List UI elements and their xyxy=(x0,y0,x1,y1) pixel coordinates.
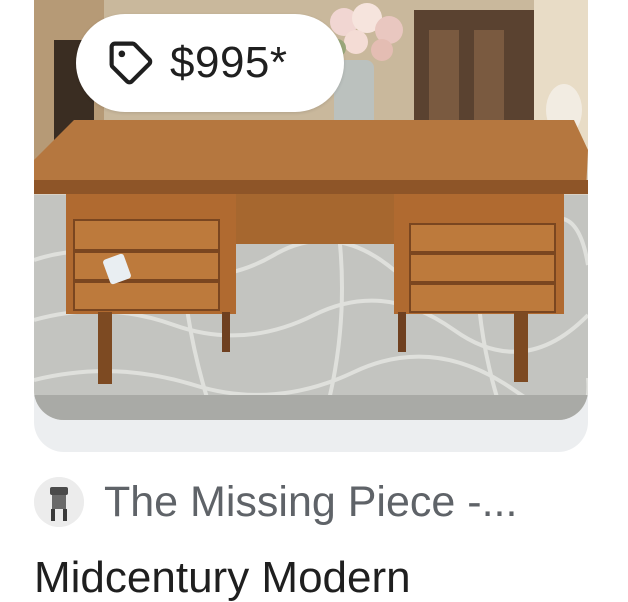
source-name: The Missing Piece -... xyxy=(104,477,518,526)
source-row[interactable]: The Missing Piece -... xyxy=(34,472,594,532)
product-title[interactable]: Midcentury Modern xyxy=(34,556,411,600)
tag-icon xyxy=(109,41,153,85)
price-label: $995* xyxy=(170,38,288,87)
price-badge: $995* xyxy=(76,14,344,112)
store-logo-icon xyxy=(34,477,84,527)
